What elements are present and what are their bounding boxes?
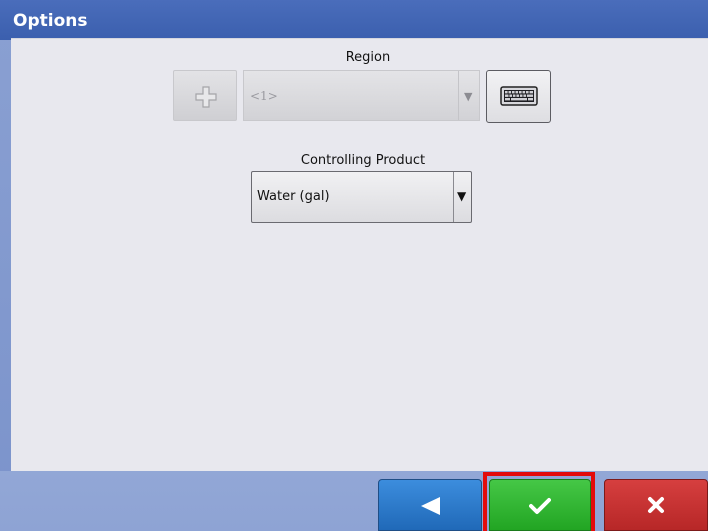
- window-title: Options: [13, 11, 88, 31]
- chevron-down-icon: ▼: [457, 189, 467, 203]
- region-label: Region: [345, 50, 391, 65]
- back-button[interactable]: [378, 479, 482, 531]
- region-select[interactable]: <1> ▼: [243, 70, 480, 121]
- controlling-product-value: Water (gal): [257, 189, 330, 204]
- add-region-button[interactable]: [173, 70, 237, 121]
- close-icon: [648, 497, 664, 513]
- title-bar: Options: [0, 0, 708, 40]
- back-arrow-icon: [421, 497, 440, 515]
- cancel-button[interactable]: [604, 479, 708, 531]
- bottom-bar: [0, 471, 708, 531]
- controlling-product-dropdown-button[interactable]: ▼: [453, 172, 471, 222]
- controlling-product-label: Controlling Product: [300, 153, 426, 168]
- controlling-product-select[interactable]: Water (gal) ▼: [251, 171, 472, 223]
- region-dropdown-button[interactable]: ▼: [458, 71, 479, 120]
- options-window: Options Region <1> ▼ Controlling Product…: [0, 0, 708, 531]
- ok-button-highlight: [483, 472, 595, 531]
- chevron-down-icon: ▼: [464, 90, 473, 103]
- plus-icon: [195, 86, 217, 108]
- keyboard-button[interactable]: [486, 70, 551, 123]
- region-select-value: <1>: [250, 89, 278, 103]
- keyboard-icon: [500, 86, 538, 106]
